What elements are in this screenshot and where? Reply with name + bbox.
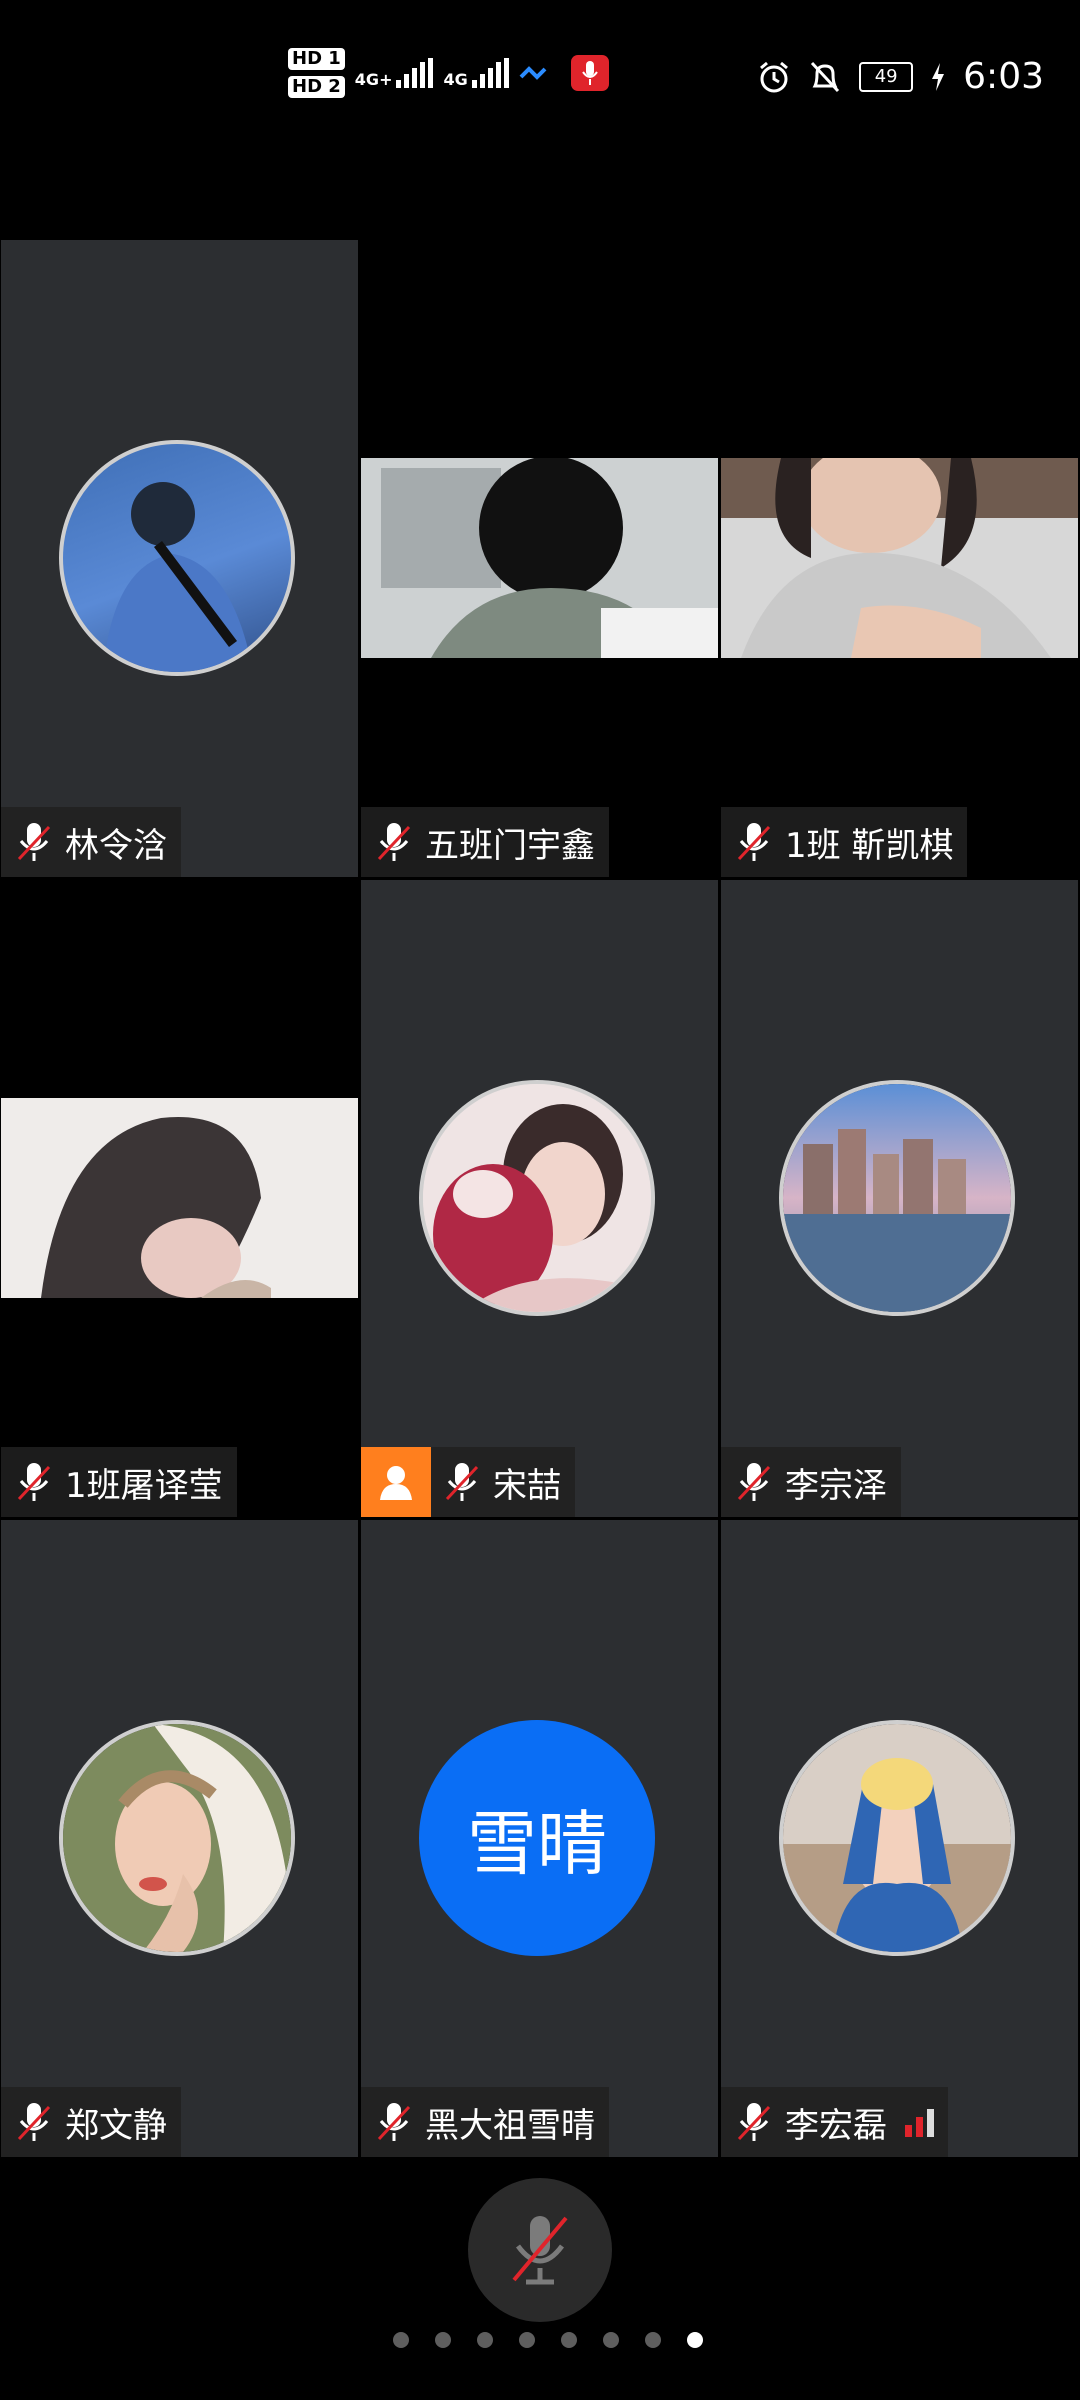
participant-tile[interactable]: 五班门宇鑫 [361, 240, 718, 877]
signal-2: 4G [443, 58, 509, 89]
participant-label: 1班屠译莹 [1, 1447, 237, 1517]
participant-avatar [779, 1720, 1015, 1956]
participant-label: 黑大祖雪晴 [361, 2087, 609, 2157]
page-dot[interactable] [393, 2332, 409, 2348]
wifi-icon [519, 66, 547, 80]
status-right: 49 6:03 [757, 56, 1044, 97]
mic-muted-icon [17, 2103, 51, 2141]
initials-avatar: 雪晴 [419, 1720, 655, 1956]
participant-name: 李宗泽 [785, 1465, 887, 1506]
mic-muted-icon [17, 1463, 51, 1501]
network-type-2: 4G [443, 70, 468, 89]
signal-strength-icon [905, 2107, 934, 2137]
participant-avatar [419, 1080, 655, 1316]
participant-tile[interactable]: 李宗泽 [721, 880, 1078, 1517]
participant-name: 1班 靳凯棋 [785, 825, 954, 866]
participant-label: 1班 靳凯棋 [721, 807, 968, 877]
mute-toggle-button[interactable] [468, 2178, 612, 2322]
do-not-disturb-icon [811, 61, 840, 92]
page-dot-active[interactable] [687, 2332, 703, 2348]
participant-video [721, 443, 1078, 658]
status-bar: HD 1 HD 2 4G+ 4G 49 6:03 [0, 0, 1080, 160]
hd2-badge: HD 2 [288, 76, 345, 98]
network-type-1: 4G+ [354, 70, 393, 89]
participant-label: 李宏磊 [721, 2087, 948, 2157]
mic-muted-icon [737, 2103, 771, 2141]
participant-label: 五班门宇鑫 [361, 807, 609, 877]
mic-muted-icon [445, 1463, 479, 1501]
page-dot[interactable] [603, 2332, 619, 2348]
participant-name: 李宏磊 [785, 2105, 887, 2146]
signal-icon [396, 58, 434, 88]
person-icon [380, 1466, 412, 1500]
charging-icon [932, 62, 945, 91]
participant-name: 宋喆 [493, 1465, 561, 1506]
participant-name: 黑大祖雪晴 [425, 2105, 595, 2146]
page-dot[interactable] [645, 2332, 661, 2348]
page-dot[interactable] [435, 2332, 451, 2348]
participant-tile[interactable]: 雪晴 黑大祖雪晴 [361, 1520, 718, 2157]
status-left: HD 1 HD 2 4G+ 4G [288, 48, 609, 98]
recording-mic-icon [570, 55, 609, 91]
hd1-badge: HD 1 [288, 48, 345, 70]
page-dot[interactable] [519, 2332, 535, 2348]
participant-tile[interactable]: 1班 靳凯棋 [721, 240, 1078, 877]
signal-icon [471, 58, 509, 88]
mic-muted-icon [737, 1463, 771, 1501]
participant-label: 林令浛 [1, 807, 181, 877]
participant-name: 1班屠译莹 [65, 1465, 223, 1506]
mic-muted-icon [512, 2216, 568, 2285]
participant-tile[interactable]: 李宏磊 [721, 1520, 1078, 2157]
participant-tile[interactable]: 宋喆 [361, 880, 718, 1517]
signal-1: 4G+ [355, 58, 434, 88]
participant-tile[interactable]: 1班屠译莹 [1, 880, 358, 1517]
participant-label: 郑文静 [1, 2087, 181, 2157]
mic-muted-icon [377, 823, 411, 861]
mic-muted-icon [17, 823, 51, 861]
participant-label: 李宗泽 [721, 1447, 901, 1517]
participant-label: 宋喆 [361, 1447, 575, 1517]
battery-icon: 49 [859, 61, 914, 92]
clock: 6:03 [963, 56, 1044, 97]
page-indicator[interactable] [0, 2332, 1080, 2348]
participant-tile[interactable]: 郑文静 [1, 1520, 358, 2157]
hd-indicators: HD 1 HD 2 [288, 48, 345, 98]
participant-video [361, 456, 718, 658]
participant-tile[interactable]: 林令浛 [1, 240, 358, 877]
participant-avatar [779, 1080, 1015, 1316]
participant-video [1, 1098, 358, 1298]
mic-muted-icon [377, 2103, 411, 2141]
mic-muted-icon [737, 823, 771, 861]
participant-name: 林令浛 [65, 825, 167, 866]
participant-name: 五班门宇鑫 [425, 825, 595, 866]
page-dot[interactable] [477, 2332, 493, 2348]
alarm-icon [760, 61, 789, 92]
page-dot[interactable] [561, 2332, 577, 2348]
participant-avatar [59, 1720, 295, 1956]
participant-avatar [59, 440, 295, 676]
participant-name: 郑文静 [65, 2105, 167, 2146]
host-badge [361, 1447, 431, 1517]
